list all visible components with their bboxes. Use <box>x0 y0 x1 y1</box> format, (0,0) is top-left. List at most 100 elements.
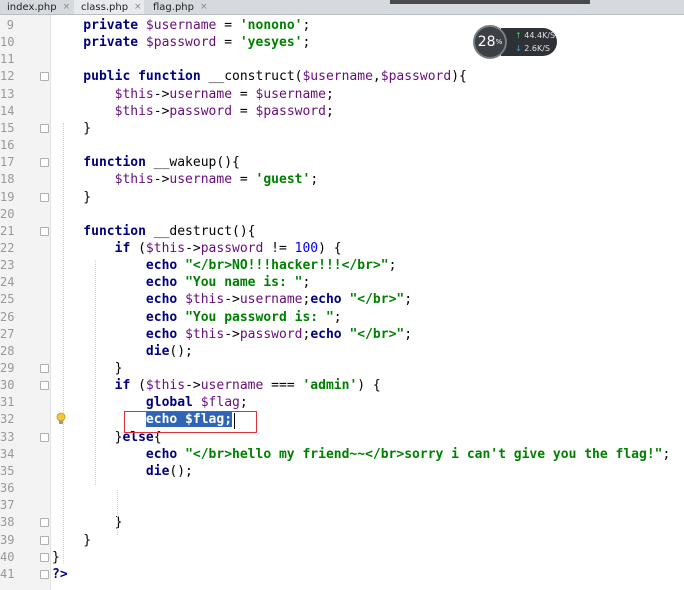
tab-class-php[interactable]: class.php × <box>74 0 144 14</box>
code-text: echo $this->password;echo "</br>"; <box>52 326 412 343</box>
line-number: 15 <box>0 120 15 135</box>
code-token: ; <box>333 309 342 325</box>
code-line[interactable]: 37 <box>0 497 684 514</box>
fold-marker-icon[interactable] <box>40 226 49 236</box>
fold-marker-icon[interactable] <box>40 381 49 391</box>
fold-marker-icon[interactable] <box>40 158 49 168</box>
code-token: (); <box>169 343 193 359</box>
code-line[interactable]: 35 die(); <box>0 463 684 480</box>
line-number: 34 <box>0 446 15 461</box>
code-line[interactable]: 18 $this->username = 'guest'; <box>0 171 684 188</box>
code-line[interactable]: 28 die(); <box>0 343 684 360</box>
fold-marker-icon[interactable] <box>40 72 49 82</box>
code-text: } <box>52 549 60 566</box>
code-token: $username <box>255 86 326 102</box>
code-token: echo <box>310 326 350 342</box>
code-line[interactable]: 27 echo $this->password;echo "</br>"; <box>0 326 684 343</box>
line-number: 21 <box>0 223 15 238</box>
close-icon[interactable]: × <box>134 2 142 12</box>
close-icon[interactable]: × <box>200 2 208 12</box>
code-line[interactable]: 26 echo "You password is: "; <box>0 309 684 326</box>
code-token: ; <box>388 258 397 274</box>
code-token: ; <box>662 446 671 462</box>
code-token: public function <box>52 69 209 85</box>
cpu-usage-gauge: 28% <box>473 25 507 59</box>
code-line[interactable]: 38 } <box>0 514 684 531</box>
code-token: global <box>52 395 201 411</box>
cpu-usage-value: 28 <box>477 34 496 50</box>
code-token: ) { <box>318 240 342 256</box>
fold-marker-icon[interactable] <box>40 518 49 528</box>
line-number: 16 <box>0 138 15 153</box>
code-text: } <box>52 532 91 549</box>
fold-marker-icon[interactable] <box>40 364 49 373</box>
code-line[interactable]: 29 } <box>0 360 684 377</box>
code-line[interactable]: 25 echo $this->username;echo "</br>"; <box>0 291 684 308</box>
code-line[interactable]: 15 } <box>0 120 684 137</box>
code-token: private <box>52 18 146 33</box>
line-number: 17 <box>0 155 15 170</box>
code-line[interactable]: 20 <box>0 206 684 223</box>
code-line[interactable]: 16 <box>0 137 684 154</box>
code-line[interactable]: 36 <box>0 480 684 497</box>
line-number: 13 <box>0 86 15 101</box>
code-text: $this->username = 'guest'; <box>52 171 319 188</box>
code-line[interactable]: 11 <box>0 51 684 68</box>
code-token: ( <box>138 378 146 394</box>
code-line[interactable]: 13 $this->username = $username; <box>0 86 684 103</box>
code-token: != <box>263 240 295 256</box>
code-token: , <box>372 69 381 85</box>
fold-marker-icon[interactable] <box>40 123 49 133</box>
code-token: } <box>52 189 92 205</box>
code-text: } <box>52 189 91 206</box>
code-token: ; <box>404 292 413 308</box>
code-line[interactable]: 21 function __destruct(){ <box>0 223 684 240</box>
code-editor[interactable]: 9 private $username = 'nonono'; 10 privat… <box>0 15 684 590</box>
code-token: password <box>200 240 264 256</box>
line-number: 40 <box>0 549 15 564</box>
code-token: "You name is: " <box>185 275 303 291</box>
code-token: die <box>52 463 170 479</box>
tab-label: index.php <box>7 1 57 13</box>
code-text: $this->password = $password; <box>52 103 334 120</box>
window-strip <box>390 0 590 4</box>
code-line[interactable]: 40} <box>0 549 684 566</box>
code-line[interactable]: 17 function __wakeup(){ <box>0 154 684 171</box>
code-token: username <box>200 378 264 394</box>
code-line[interactable]: 22 if ($this->password != 100) { <box>0 240 684 257</box>
code-line[interactable]: 12 public function __construct($username… <box>0 68 684 85</box>
code-token: ; <box>302 275 311 291</box>
code-line[interactable]: 32 echo $flag; <box>0 411 684 428</box>
fold-marker-icon[interactable] <box>40 432 49 442</box>
code-line[interactable]: 19 } <box>0 189 684 206</box>
code-token: -> <box>153 86 170 102</box>
fold-marker-icon[interactable] <box>40 569 49 579</box>
code-line[interactable]: 33 }else{ <box>0 429 684 446</box>
fold-marker-icon[interactable] <box>40 192 49 202</box>
upload-speed-unit: K/S <box>542 31 556 40</box>
code-token: echo <box>52 446 186 462</box>
code-line[interactable]: 41 ?> <box>0 566 684 583</box>
code-line[interactable]: 34 echo "</br>hello my friend~~</br>sorr… <box>0 446 684 463</box>
code-token: } <box>52 532 92 548</box>
code-line[interactable]: 39 } <box>0 532 684 549</box>
code-line[interactable]: 23 echo "</br>NO!!!hacker!!!</br>"; <box>0 257 684 274</box>
code-token: __destruct(){ <box>153 223 256 239</box>
close-icon[interactable]: × <box>63 2 71 12</box>
code-token: -> <box>153 172 170 188</box>
network-monitor-widget[interactable]: ↑ 44.4K/S ↓ 2.6K/S 28% <box>473 25 557 59</box>
highlight-box <box>124 411 257 433</box>
tab-flag-php[interactable]: flag.php × <box>146 0 210 14</box>
code-token: echo <box>52 292 186 308</box>
code-line[interactable]: 30 if ($this->username === 'admin') { <box>0 377 684 394</box>
lightbulb-icon[interactable] <box>55 412 67 426</box>
fold-marker-icon[interactable] <box>40 552 49 562</box>
code-line[interactable]: 24 echo "You name is: "; <box>0 274 684 291</box>
fold-marker-icon[interactable] <box>40 535 49 545</box>
code-line[interactable]: 10 private $password = 'yesyes'; <box>0 34 684 51</box>
tab-index-php[interactable]: index.php × <box>0 0 70 14</box>
code-line[interactable]: 31 global $flag; <box>0 394 684 411</box>
code-line[interactable]: 14 $this->password = $password; <box>0 103 684 120</box>
line-number: 11 <box>0 52 15 67</box>
code-line[interactable]: 9 private $username = 'nonono'; <box>0 17 684 34</box>
